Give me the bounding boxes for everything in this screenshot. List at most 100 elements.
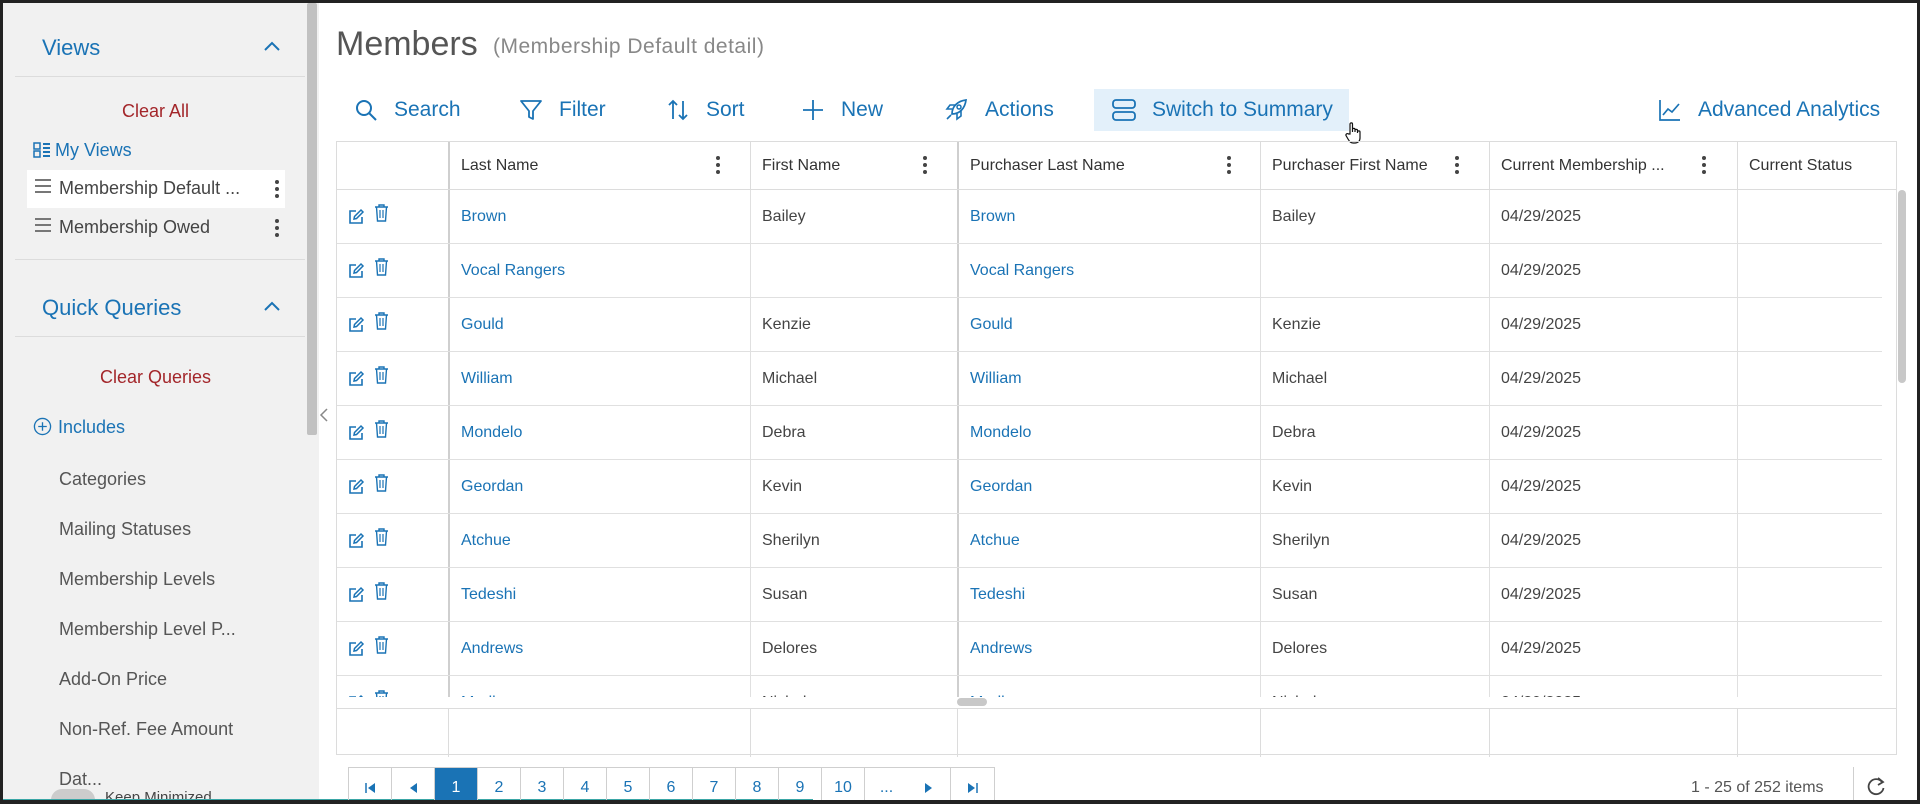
edit-icon[interactable]: [347, 640, 365, 663]
more-vertical-icon[interactable]: [1455, 156, 1459, 177]
cell-purchaser-last-name[interactable]: Andrews: [957, 622, 1260, 675]
column-header-current-membership[interactable]: Current Membership ...: [1489, 142, 1737, 189]
table-row[interactable]: Tedeshi Susan Tedeshi Susan 04/29/2025: [337, 568, 1882, 622]
cell-purchaser-last-name[interactable]: Tedeshi: [957, 568, 1260, 621]
next-page-button[interactable]: [908, 768, 951, 800]
cell-purchaser-last-name[interactable]: Geordan: [957, 460, 1260, 513]
trash-icon[interactable]: [374, 258, 389, 281]
cell-last-name[interactable]: Brown: [448, 190, 750, 243]
search-button[interactable]: Search: [354, 89, 461, 131]
cell-text[interactable]: Geordan: [970, 478, 1032, 496]
more-vertical-icon[interactable]: [1227, 156, 1231, 177]
cell-text[interactable]: Tedeshi: [970, 586, 1025, 604]
table-row[interactable]: Atchue Sherilyn Atchue Sherilyn 04/29/2025: [337, 514, 1882, 568]
trash-icon[interactable]: [374, 474, 389, 497]
table-row[interactable]: Geordan Kevin Geordan Kevin 04/29/2025: [337, 460, 1882, 514]
more-vertical-icon[interactable]: [716, 156, 720, 177]
edit-icon[interactable]: [347, 586, 365, 609]
trash-icon[interactable]: [374, 582, 389, 605]
page-button[interactable]: 2: [478, 768, 521, 800]
table-row[interactable]: Brown Bailey Brown Bailey 04/29/2025: [337, 190, 1882, 244]
cell-last-name[interactable]: Andrews: [448, 622, 750, 675]
drag-handle-icon[interactable]: [35, 218, 51, 232]
column-header-purchaser-last-name[interactable]: Purchaser Last Name: [957, 142, 1260, 189]
first-page-button[interactable]: [349, 768, 392, 800]
table-row[interactable]: Gould Kenzie Gould Kenzie 04/29/2025: [337, 298, 1882, 352]
cell-text[interactable]: Gould: [970, 316, 1013, 334]
scrollbar-thumb[interactable]: [1898, 190, 1906, 383]
cell-text[interactable]: Atchue: [461, 532, 511, 550]
cell-purchaser-last-name[interactable]: Gould: [957, 298, 1260, 351]
cell-text[interactable]: Geordan: [461, 478, 523, 496]
sort-button[interactable]: Sort: [666, 89, 745, 131]
scrollbar-thumb[interactable]: [307, 3, 317, 435]
previous-page-button[interactable]: [392, 768, 435, 800]
my-views-link[interactable]: My Views: [33, 140, 132, 161]
view-item-membership-default[interactable]: Membership Default ...: [27, 170, 285, 208]
cell-purchaser-last-name[interactable]: Vocal Rangers: [957, 244, 1260, 297]
quick-queries-header[interactable]: Quick Queries: [15, 273, 305, 337]
column-header-current-status[interactable]: Current Status: [1737, 142, 1896, 189]
table-row[interactable]: Mondelo Debra Mondelo Debra 04/29/2025: [337, 406, 1882, 460]
keep-minimized-toggle[interactable]: [51, 789, 95, 800]
query-item-membership-levels[interactable]: Membership Levels: [59, 569, 215, 590]
page-button[interactable]: 4: [564, 768, 607, 800]
trash-icon[interactable]: [374, 204, 389, 227]
table-row[interactable]: Vocal Rangers Vocal Rangers 04/29/2025: [337, 244, 1882, 298]
switch-to-summary-button[interactable]: Switch to Summary: [1094, 89, 1349, 131]
page-button[interactable]: 7: [693, 768, 736, 800]
trash-icon[interactable]: [374, 312, 389, 335]
edit-icon[interactable]: [347, 424, 365, 447]
drag-handle-icon[interactable]: [35, 179, 51, 193]
cell-text[interactable]: Atchue: [970, 532, 1020, 550]
edit-icon[interactable]: [347, 316, 365, 339]
query-item-categories[interactable]: Categories: [59, 469, 146, 490]
query-item-mailing-statuses[interactable]: Mailing Statuses: [59, 519, 191, 540]
page-button[interactable]: 9: [779, 768, 822, 800]
trash-icon[interactable]: [374, 420, 389, 443]
includes-link[interactable]: Includes: [33, 417, 125, 438]
cell-text[interactable]: Brown: [461, 208, 506, 226]
advanced-analytics-button[interactable]: Advanced Analytics: [1658, 89, 1880, 131]
sidebar-scrollbar[interactable]: [305, 3, 319, 800]
chevron-up-icon[interactable]: [263, 297, 281, 315]
edit-icon[interactable]: [347, 478, 365, 501]
table-row[interactable]: William Michael William Michael 04/29/2025: [337, 352, 1882, 406]
column-header-purchaser-first-name[interactable]: Purchaser First Name: [1260, 142, 1489, 189]
last-page-button[interactable]: [951, 768, 994, 800]
cell-text[interactable]: Andrews: [461, 640, 523, 658]
edit-icon[interactable]: [347, 532, 365, 555]
column-header-last-name[interactable]: Last Name: [448, 142, 750, 189]
collapse-sidebar-icon[interactable]: [319, 405, 329, 425]
actions-button[interactable]: Actions: [943, 89, 1054, 131]
grid-horizontal-scrollbar[interactable]: [337, 696, 1882, 708]
more-vertical-icon[interactable]: [923, 156, 927, 177]
clear-queries-link[interactable]: Clear Queries: [3, 367, 308, 388]
grid-vertical-scrollbar[interactable]: [1896, 190, 1908, 697]
more-vertical-icon[interactable]: [275, 219, 279, 240]
query-item-date[interactable]: Dat...: [59, 769, 102, 790]
cell-text[interactable]: Mondelo: [461, 424, 522, 442]
cell-last-name[interactable]: Gould: [448, 298, 750, 351]
cell-text[interactable]: Tedeshi: [461, 586, 516, 604]
table-row[interactable]: Andrews Delores Andrews Delores 04/29/2025: [337, 622, 1882, 676]
cell-text[interactable]: Vocal Rangers: [970, 262, 1074, 280]
cell-last-name[interactable]: Atchue: [448, 514, 750, 567]
chevron-up-icon[interactable]: [263, 37, 281, 55]
cell-text[interactable]: Gould: [461, 316, 504, 334]
cell-text[interactable]: Vocal Rangers: [461, 262, 565, 280]
more-vertical-icon[interactable]: [275, 180, 279, 201]
cell-text[interactable]: Mondelo: [970, 424, 1031, 442]
table-row[interactable]: MedleyNicholasMedleyNicholas04/29/2025: [337, 676, 1882, 697]
cell-text[interactable]: Andrews: [970, 640, 1032, 658]
page-button[interactable]: 5: [607, 768, 650, 800]
more-pages-button[interactable]: ...: [865, 768, 908, 800]
page-button[interactable]: 1: [435, 768, 478, 800]
edit-icon[interactable]: [347, 262, 365, 285]
filter-button[interactable]: Filter: [519, 89, 606, 131]
cell-text[interactable]: William: [461, 370, 513, 388]
cell-purchaser-last-name[interactable]: William: [957, 352, 1260, 405]
cell-purchaser-last-name[interactable]: Brown: [957, 190, 1260, 243]
more-vertical-icon[interactable]: [1702, 156, 1706, 177]
cell-last-name[interactable]: Geordan: [448, 460, 750, 513]
